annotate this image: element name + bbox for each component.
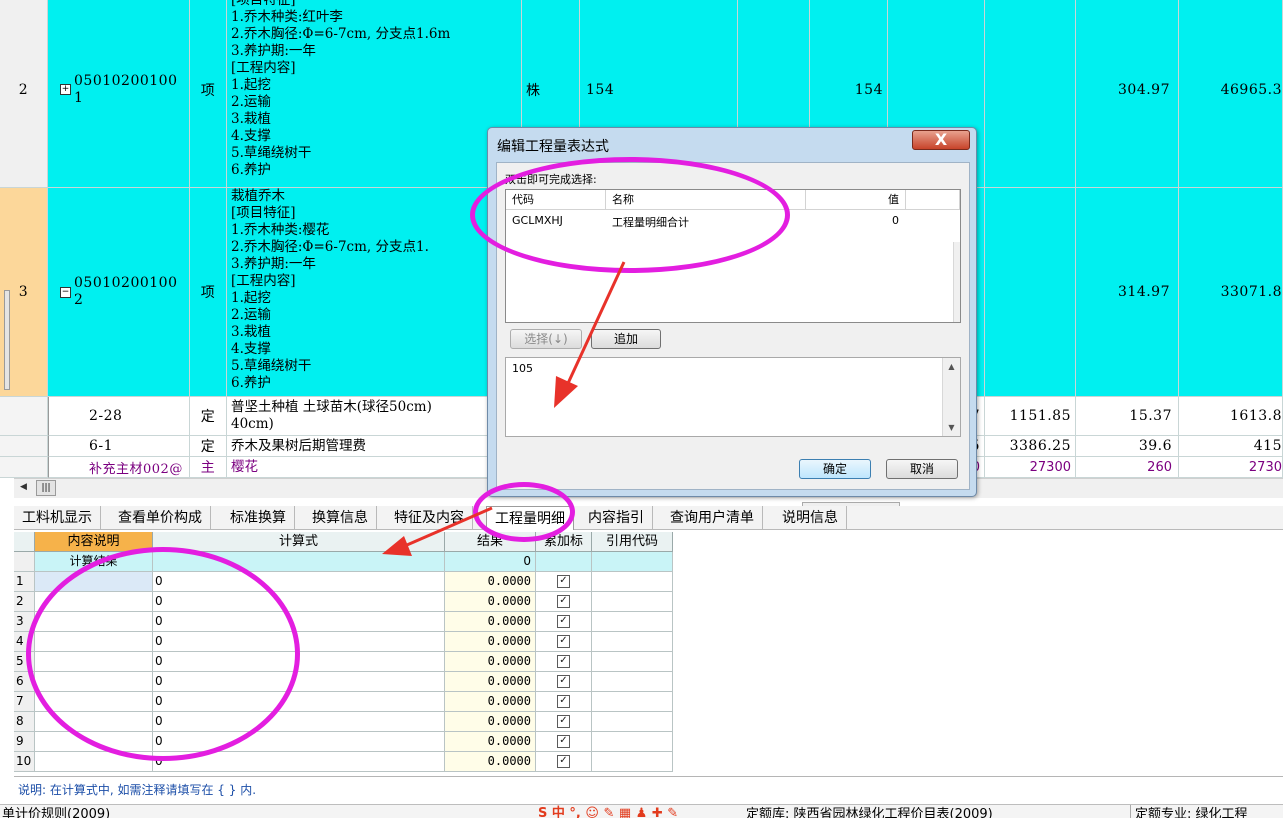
arrow-to-formula-column bbox=[382, 506, 493, 556]
annotation-arrows bbox=[382, 261, 626, 556]
arrow-to-expression bbox=[554, 261, 626, 408]
